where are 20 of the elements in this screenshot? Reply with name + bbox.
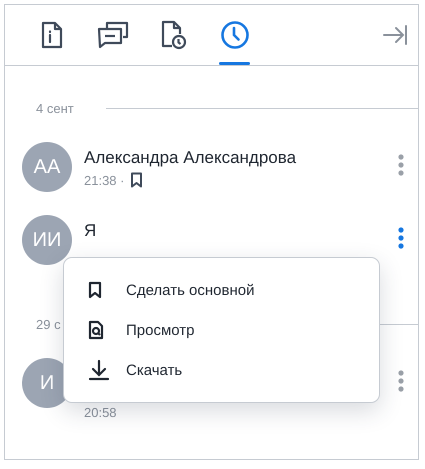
chat-bubbles-icon xyxy=(96,21,128,49)
avatar: АА xyxy=(22,142,72,192)
menu-item[interactable]: Сделать основной xyxy=(64,270,379,310)
avatar: ИИ xyxy=(22,215,72,265)
date-label: 29 с xyxy=(36,316,61,332)
menu-item[interactable]: Просмотр xyxy=(64,310,379,350)
bookmark-icon xyxy=(88,281,102,299)
arrow-to-line-icon xyxy=(382,24,408,46)
clock-icon xyxy=(220,20,250,50)
author-name: Александра Александрова xyxy=(84,148,298,168)
document-clock-icon xyxy=(160,20,188,50)
version-time: 21:38 · xyxy=(84,172,124,188)
document-search-icon xyxy=(88,320,104,340)
version-time: 20:58 xyxy=(84,405,117,420)
more-options-button[interactable] xyxy=(398,227,404,249)
more-options-button[interactable] xyxy=(398,370,404,392)
date-label: 4 сент xyxy=(36,100,74,116)
download-icon xyxy=(88,359,110,381)
more-options-button[interactable] xyxy=(398,154,404,176)
author-name: Я xyxy=(84,221,98,241)
